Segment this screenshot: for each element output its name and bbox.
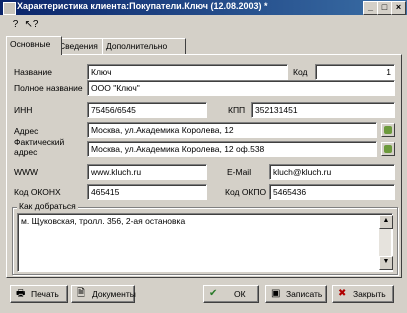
kpp-label: КПП [228,105,246,115]
directions-title: Как добраться [17,201,78,211]
select-icon [384,145,392,153]
email-label: E-Mail [227,167,252,177]
printer-icon: 🖶 [16,288,26,299]
save-disk-icon: ▣ [271,288,281,299]
close-x-icon: ✖ [338,288,347,299]
save-button[interactable]: ▣ Записать [265,285,327,303]
kpp-field[interactable]: 352131451 [251,102,395,118]
actual-address-field[interactable]: Москва, ул.Академика Королева, 12 оф.538 [87,141,377,157]
scroll-up-icon[interactable]: ▲ [379,215,393,229]
close-window-button[interactable]: × [391,1,406,15]
documents-button[interactable]: 🗎 Документы [71,285,136,303]
name-label: Название [14,67,52,77]
window-title: Характеристика клиента:Покупатели.Ключ (… [17,1,268,11]
okonh-field[interactable]: 465415 [87,184,207,200]
documents-icon: 🗎 [77,288,86,299]
checkmark-icon: ✔ [209,288,218,299]
okpo-label: Код ОКПО [225,187,267,197]
inn-field[interactable]: 75456/6545 [87,102,207,118]
okpo-field[interactable]: 5465436 [269,184,395,200]
name-field[interactable]: Ключ [87,64,288,80]
directions-text: м. Щуковская, тролл. 356, 2-ая остановка [21,216,186,226]
toolbar: ? ↖? [0,16,407,34]
www-field[interactable]: www.kluch.ru [87,164,207,180]
directions-scrollbar[interactable]: ▲ ▼ [379,215,393,270]
print-button[interactable]: 🖶 Печать [10,285,68,303]
full-name-label: Полное название [14,83,83,93]
www-label: WWW [14,167,39,177]
tab-info[interactable]: Сведения [55,38,109,55]
full-name-field[interactable]: ООО "Ключ" [87,80,395,96]
code-field[interactable]: 1 [315,64,395,80]
okonh-label: Код ОКОНХ [14,187,61,197]
code-label: Код [293,67,308,77]
tab-main[interactable]: Основные [6,36,62,55]
directions-memo[interactable]: м. Щуковская, тролл. 356, 2-ая остановка… [17,213,393,272]
whats-this-icon[interactable]: ↖? [24,18,39,32]
address-field[interactable]: Москва, ул.Академика Королева, 12 [87,122,377,138]
actual-address-label: Фактический адрес [14,137,65,157]
select-icon [384,126,392,134]
ok-button[interactable]: ✔ ОК [203,285,259,303]
minimize-button[interactable]: _ [363,1,378,15]
title-bar[interactable]: Характеристика клиента:Покупатели.Ключ (… [0,0,407,15]
address-label: Адрес [14,126,39,136]
maximize-button[interactable]: □ [377,1,392,15]
help-icon[interactable]: ? [8,18,23,32]
actual-address-select-button[interactable] [381,142,395,156]
tab-additional[interactable]: Дополнительно [102,38,186,55]
email-field[interactable]: kluch@kluch.ru [269,164,395,180]
address-select-button[interactable] [381,123,395,137]
app-icon [3,2,16,15]
scroll-down-icon[interactable]: ▼ [379,256,393,270]
inn-label: ИНН [14,105,33,115]
close-button[interactable]: ✖ Закрыть [332,285,394,303]
